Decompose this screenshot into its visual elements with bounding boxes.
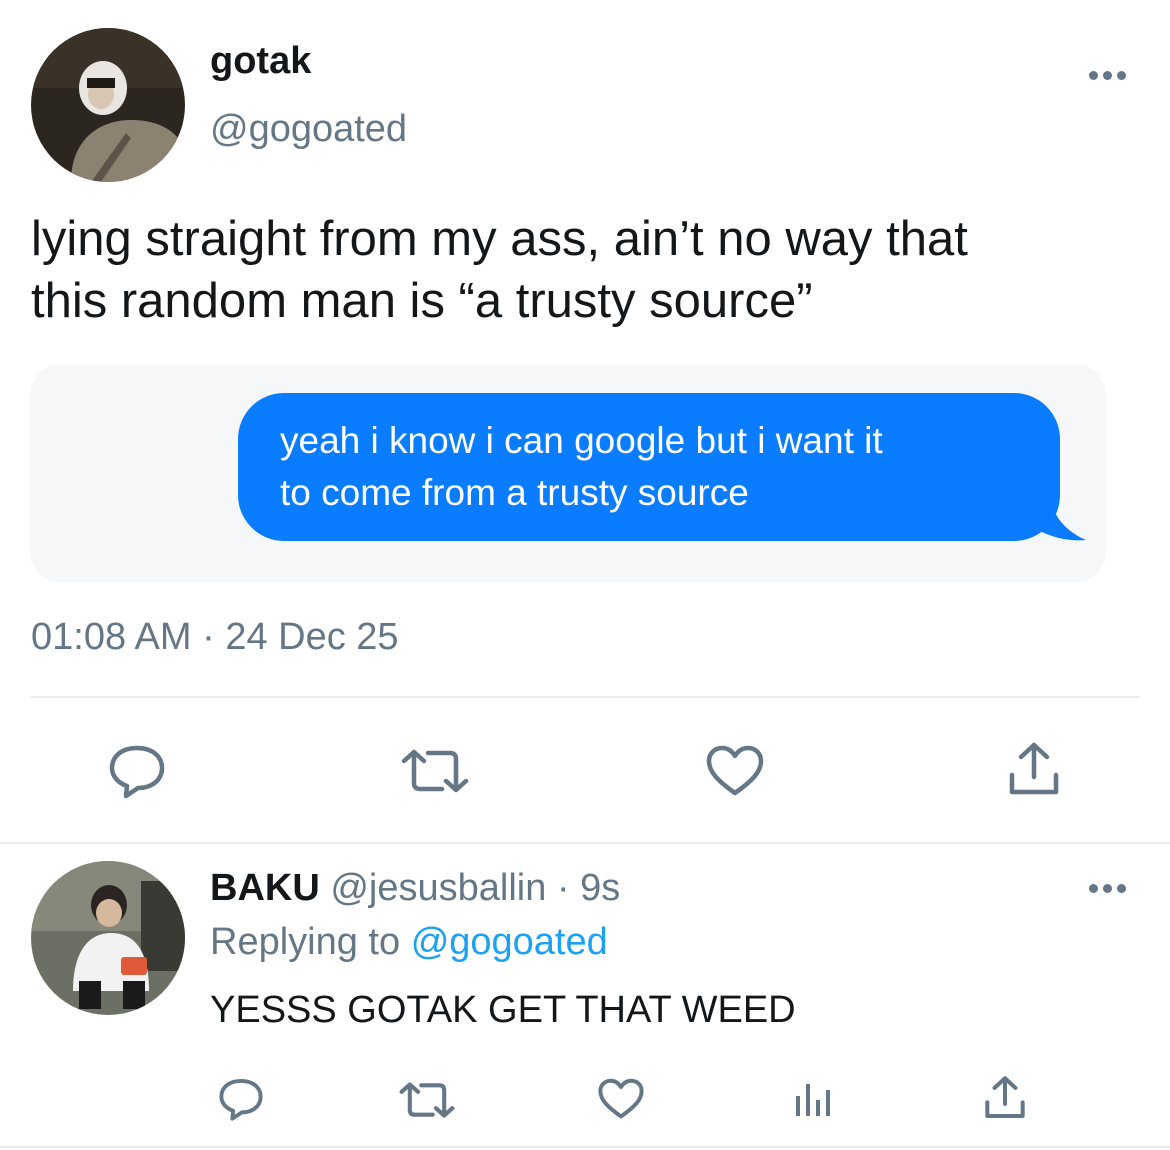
bubble-tail [1030, 495, 1086, 541]
message-line: to come from a trusty source [280, 472, 749, 513]
share-icon[interactable] [1008, 741, 1060, 797]
reply-avatar[interactable] [31, 861, 185, 1015]
reply-display-name[interactable]: BAKU [210, 867, 320, 909]
tweet-text-line: lying straight from my ass, ain’t no way… [31, 212, 968, 266]
like-icon[interactable] [598, 1078, 644, 1120]
reply-time[interactable]: · 9s [557, 867, 620, 909]
reply-more-options-icon[interactable] [1089, 881, 1129, 895]
replying-to: Replying to @gogoated [210, 919, 608, 965]
retweet-icon[interactable] [400, 749, 470, 793]
replying-to-handle-link[interactable]: @gogoated [411, 921, 608, 963]
retweet-icon[interactable] [398, 1082, 456, 1118]
reply-text: YESSS GOTAK GET THAT WEED [210, 989, 796, 1031]
share-icon[interactable] [984, 1075, 1026, 1120]
like-icon[interactable] [706, 745, 764, 797]
tweet-text-line: this random man is “a trusty source” [31, 274, 813, 328]
tweet-text: lying straight from my ass, ain’t no way… [31, 208, 968, 332]
divider [0, 842, 1170, 844]
analytics-icon[interactable] [794, 1078, 832, 1118]
message-bubble: yeah i know i can google but i want it t… [238, 393, 1060, 541]
replying-to-label: Replying to [210, 921, 401, 963]
embedded-image[interactable]: yeah i know i can google but i want it t… [30, 365, 1106, 582]
reply-handle[interactable]: @jesusballin [330, 867, 546, 909]
tweet-timestamp[interactable]: 01:08 AM · 24 Dec 25 [31, 614, 399, 660]
author-display-name[interactable]: gotak [210, 38, 311, 84]
author-handle[interactable]: @gogoated [210, 106, 407, 152]
reply-icon[interactable] [218, 1077, 264, 1121]
reply-icon[interactable] [108, 743, 166, 799]
reply-header: BAKU @jesusballin · 9s [210, 865, 620, 911]
more-options-icon[interactable] [1089, 68, 1129, 82]
author-avatar[interactable] [31, 28, 185, 182]
divider [31, 696, 1140, 698]
message-line: yeah i know i can google but i want it [280, 420, 883, 461]
divider [0, 1146, 1170, 1148]
